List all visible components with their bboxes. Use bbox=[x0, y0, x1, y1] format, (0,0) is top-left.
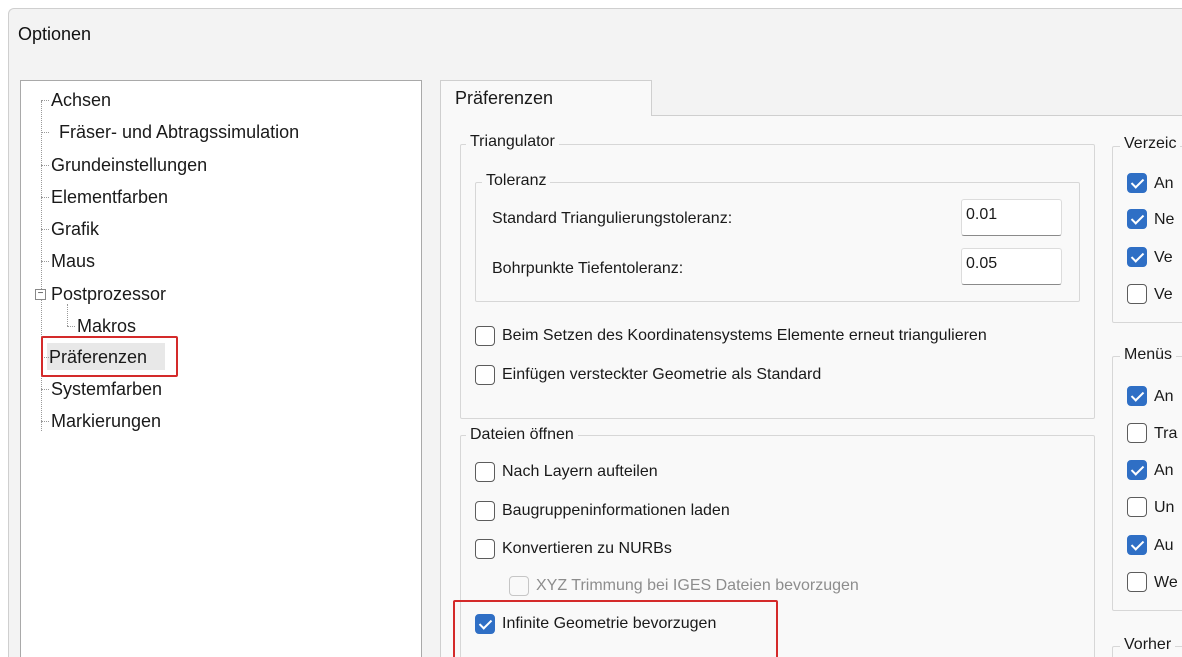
tree-branch bbox=[41, 261, 49, 262]
bohr-toleranz-label: Bohrpunkte Tiefentoleranz: bbox=[492, 260, 684, 277]
annotation-highlight-box bbox=[453, 600, 778, 657]
tab-praeferenzen[interactable]: Präferenzen bbox=[440, 80, 652, 116]
tree-branch bbox=[41, 165, 49, 166]
tree-item-label: Maus bbox=[51, 251, 96, 271]
verzeichnis-checkbox-1[interactable] bbox=[1127, 173, 1147, 193]
collapse-icon[interactable]: − bbox=[35, 289, 46, 300]
xyz-trimmung-label: XYZ Trimmung bei IGES Dateien bevorzugen bbox=[536, 577, 859, 594]
options-tree[interactable]: Achsen Fräser- und Abtragssimulation Gru… bbox=[20, 80, 422, 657]
standard-toleranz-input[interactable]: 0.01 bbox=[961, 199, 1062, 236]
versteckte-geometrie-label[interactable]: Einfügen versteckter Geometrie als Stand… bbox=[502, 366, 821, 384]
menues-label-1[interactable]: An bbox=[1154, 388, 1174, 406]
tree-branch bbox=[41, 100, 49, 101]
tree-branch bbox=[41, 132, 49, 133]
nach-layern-label[interactable]: Nach Layern aufteilen bbox=[502, 463, 658, 481]
group-title-menues: Menüs bbox=[1120, 346, 1177, 364]
tree-item-label: Grafik bbox=[51, 219, 100, 239]
window-title: Optionen bbox=[18, 24, 92, 44]
bohr-toleranz-input[interactable]: 0.05 bbox=[961, 248, 1062, 285]
group-title-toleranz: Toleranz bbox=[482, 172, 551, 190]
group-title-triangulator: Triangulator bbox=[466, 133, 559, 151]
verzeichnis-label-3[interactable]: Ve bbox=[1154, 249, 1173, 267]
group-title-vorher: Vorher bbox=[1120, 636, 1176, 654]
menues-label-6[interactable]: We bbox=[1154, 574, 1178, 592]
tree-branch bbox=[41, 229, 49, 230]
verzeichnis-checkbox-4[interactable] bbox=[1127, 284, 1147, 304]
tree-item-label: Achsen bbox=[51, 90, 112, 110]
tree-item-label: Fräser- und Abtragssimulation bbox=[59, 122, 300, 142]
tree-item-label: Elementfarben bbox=[51, 187, 169, 207]
tree-item-label: Makros bbox=[77, 316, 137, 336]
tree-branch bbox=[41, 421, 49, 422]
group-title-dateien: Dateien öffnen bbox=[466, 426, 578, 444]
tree-connector bbox=[41, 101, 42, 431]
tree-connector bbox=[67, 304, 68, 326]
menues-checkbox-3[interactable] bbox=[1127, 460, 1147, 480]
menues-checkbox-5[interactable] bbox=[1127, 535, 1147, 555]
menues-checkbox-1[interactable] bbox=[1127, 386, 1147, 406]
koordinaten-retriangulate-label[interactable]: Beim Setzen des Koordinatensystems Eleme… bbox=[502, 327, 987, 345]
tab-label: Präferenzen bbox=[455, 88, 554, 108]
menues-checkbox-6[interactable] bbox=[1127, 572, 1147, 592]
baugruppen-label[interactable]: Baugruppeninformationen laden bbox=[502, 502, 730, 520]
xyz-trimmung-checkbox bbox=[509, 576, 529, 596]
tree-branch bbox=[41, 197, 49, 198]
tree-branch bbox=[41, 389, 49, 390]
tree-item-label: Grundeinstellungen bbox=[51, 155, 208, 175]
tree-item-label: Markierungen bbox=[51, 411, 162, 431]
nurbs-checkbox[interactable] bbox=[475, 539, 495, 559]
annotation-highlight-box bbox=[41, 336, 178, 377]
menues-checkbox-2[interactable] bbox=[1127, 423, 1147, 443]
verzeichnis-label-4[interactable]: Ve bbox=[1154, 286, 1173, 304]
standard-toleranz-label: Standard Triangulierungstoleranz: bbox=[492, 210, 733, 227]
tree-item-label: Postprozessor bbox=[51, 284, 167, 304]
koordinaten-retriangulate-checkbox[interactable] bbox=[475, 326, 495, 346]
baugruppen-checkbox[interactable] bbox=[475, 501, 495, 521]
menues-label-2[interactable]: Tra bbox=[1154, 425, 1177, 443]
tree-item-label: Systemfarben bbox=[51, 379, 163, 399]
tree-branch bbox=[67, 326, 75, 327]
menues-label-4[interactable]: Un bbox=[1154, 499, 1174, 517]
verzeichnis-label-2[interactable]: Ne bbox=[1154, 211, 1174, 229]
nurbs-label[interactable]: Konvertieren zu NURBs bbox=[502, 540, 672, 558]
menues-checkbox-4[interactable] bbox=[1127, 497, 1147, 517]
menues-label-3[interactable]: An bbox=[1154, 462, 1174, 480]
group-title-verzeichnis: Verzeic bbox=[1120, 135, 1181, 153]
verzeichnis-label-1[interactable]: An bbox=[1154, 175, 1174, 193]
versteckte-geometrie-checkbox[interactable] bbox=[475, 365, 495, 385]
verzeichnis-checkbox-3[interactable] bbox=[1127, 247, 1147, 267]
menues-label-5[interactable]: Au bbox=[1154, 537, 1174, 555]
nach-layern-checkbox[interactable] bbox=[475, 462, 495, 482]
verzeichnis-checkbox-2[interactable] bbox=[1127, 209, 1147, 229]
